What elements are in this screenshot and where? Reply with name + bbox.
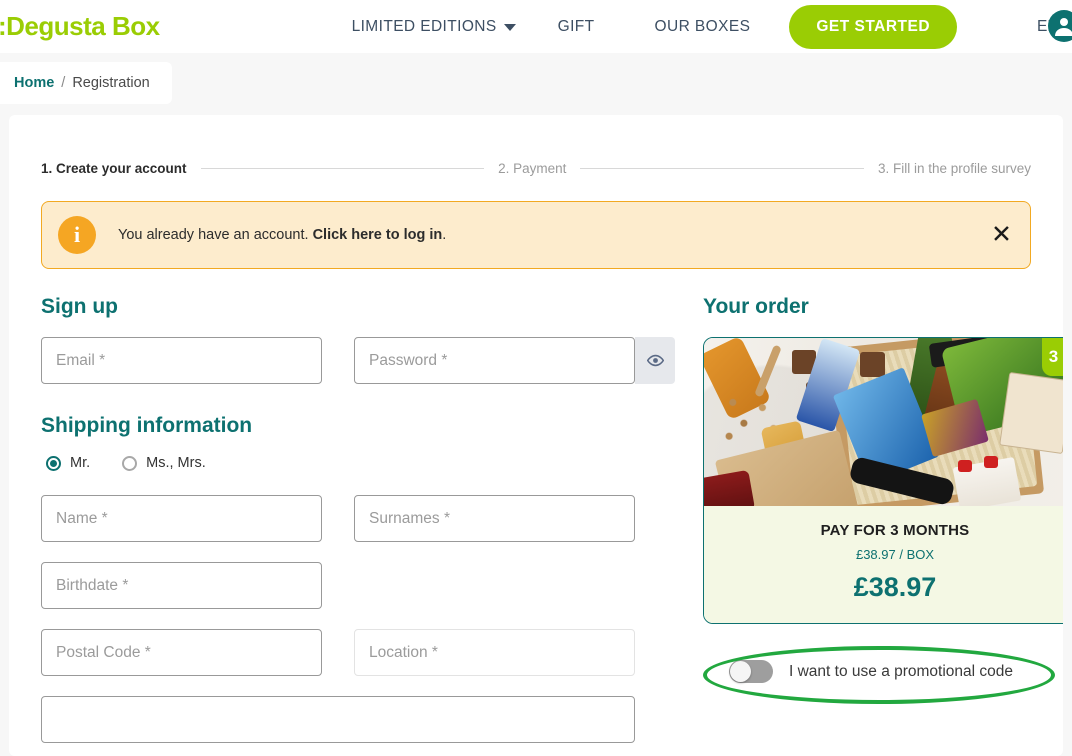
- step-profile-survey: 3. Fill in the profile survey: [878, 161, 1031, 176]
- password-group: Password *: [354, 337, 675, 384]
- surnames-placeholder: Surnames *: [369, 510, 450, 528]
- step-connector: [201, 168, 485, 169]
- promo-code-label: I want to use a promotional code: [789, 663, 1013, 681]
- birthdate-row: Birthdate *: [41, 562, 659, 609]
- registration-form: Sign up Email * Password *: [41, 295, 659, 756]
- breadcrumb: Home / Registration: [0, 62, 172, 104]
- nav-item-limited-editions[interactable]: LIMITED EDITIONS: [352, 18, 516, 36]
- nav-item-label: LIMITED EDITIONS: [352, 18, 497, 36]
- badge-count: 3: [1049, 347, 1058, 367]
- nav-item-label: OUR BOXES: [655, 18, 751, 36]
- site-logo[interactable]: :Degusta Box: [0, 11, 160, 42]
- name-placeholder: Name *: [56, 510, 108, 528]
- chevron-down-icon: [504, 24, 516, 31]
- nav-item-gift[interactable]: GIFT: [558, 18, 595, 36]
- surnames-field[interactable]: Surnames *: [354, 495, 635, 542]
- street-row: [41, 696, 659, 743]
- signup-heading: Sign up: [41, 295, 659, 319]
- site-header: :Degusta Box LIMITED EDITIONS GIFT OUR B…: [0, 0, 1072, 53]
- main-navigation: LIMITED EDITIONS GIFT OUR BOXES GET STAR…: [352, 5, 1072, 49]
- price-block: PAY FOR 3 MONTHS £38.97 / BOX £38.97: [704, 506, 1063, 623]
- alert-message-text: You already have an account.: [118, 227, 313, 243]
- location-field[interactable]: Location *: [354, 629, 635, 676]
- postal-code-placeholder: Postal Code *: [56, 644, 151, 662]
- radio-ms-mrs[interactable]: Ms., Mrs.: [122, 455, 206, 471]
- email-placeholder: Email *: [56, 352, 105, 370]
- alert-message: You already have an account. Click here …: [118, 227, 446, 243]
- alert-message-suffix: .: [442, 227, 446, 243]
- postal-code-field[interactable]: Postal Code *: [41, 629, 322, 676]
- alert-login-link[interactable]: Click here to log in: [313, 227, 443, 243]
- nav-item-our-boxes[interactable]: OUR BOXES: [655, 18, 751, 36]
- eye-icon[interactable]: [635, 337, 675, 384]
- address-row: Postal Code * Location *: [41, 629, 659, 676]
- get-started-button[interactable]: GET STARTED: [789, 5, 957, 49]
- password-field[interactable]: Password *: [354, 337, 635, 384]
- checkout-stepper: 1. Create your account 2. Payment 3. Fil…: [31, 137, 1041, 176]
- step-payment: 2. Payment: [498, 161, 566, 176]
- order-heading: Your order: [703, 295, 1063, 319]
- salutation-radio-group: Mr. Ms., Mrs.: [41, 455, 659, 471]
- degusta-box-snacks-photo: 3: [704, 338, 1063, 506]
- form-and-order-columns: Sign up Email * Password *: [31, 295, 1041, 756]
- location-placeholder: Location *: [369, 644, 438, 662]
- radio-selected-icon: [46, 456, 61, 471]
- user-avatar-icon[interactable]: [1048, 10, 1072, 42]
- street-address-field[interactable]: [41, 696, 635, 743]
- radio-ms-mrs-label: Ms., Mrs.: [146, 455, 206, 471]
- breadcrumb-home-link[interactable]: Home: [14, 75, 54, 91]
- promo-code-toggle[interactable]: [729, 660, 773, 683]
- existing-account-alert: i You already have an account. Click her…: [41, 201, 1031, 269]
- price-per-box: £38.97 / BOX: [704, 547, 1063, 562]
- credentials-row: Email * Password *: [41, 337, 659, 384]
- pay-period-label: PAY FOR 3 MONTHS: [704, 522, 1063, 539]
- email-field[interactable]: Email *: [41, 337, 322, 384]
- birthdate-field[interactable]: Birthdate *: [41, 562, 322, 609]
- order-total: £38.97: [704, 572, 1063, 603]
- order-box: 3 PAY FOR 3 MONTHS £38.97 / BOX £38.97: [703, 337, 1063, 624]
- breadcrumb-separator: /: [61, 75, 65, 91]
- radio-unselected-icon: [122, 456, 137, 471]
- step-create-account: 1. Create your account: [41, 161, 187, 176]
- step-connector: [580, 168, 864, 169]
- breadcrumb-strip: Home / Registration: [0, 53, 1072, 115]
- box-icon: [1062, 350, 1063, 365]
- password-placeholder: Password *: [369, 352, 447, 370]
- promo-code-section: I want to use a promotional code: [703, 646, 1063, 689]
- breadcrumb-current: Registration: [72, 75, 149, 91]
- name-row: Name * Surnames *: [41, 495, 659, 542]
- close-icon[interactable]: ✕: [991, 223, 1012, 248]
- promo-code-row[interactable]: I want to use a promotional code: [711, 654, 1041, 689]
- shipping-heading: Shipping information: [41, 414, 659, 438]
- info-icon: i: [58, 216, 96, 254]
- name-field[interactable]: Name *: [41, 495, 322, 542]
- nav-item-label: GIFT: [558, 18, 595, 36]
- radio-mr[interactable]: Mr.: [46, 455, 90, 471]
- order-summary: Your order 3: [703, 295, 1063, 756]
- birthdate-placeholder: Birthdate *: [56, 577, 128, 595]
- registration-card: 1. Create your account 2. Payment 3. Fil…: [9, 115, 1063, 756]
- box-count-badge: 3: [1042, 338, 1063, 376]
- radio-mr-label: Mr.: [70, 455, 90, 471]
